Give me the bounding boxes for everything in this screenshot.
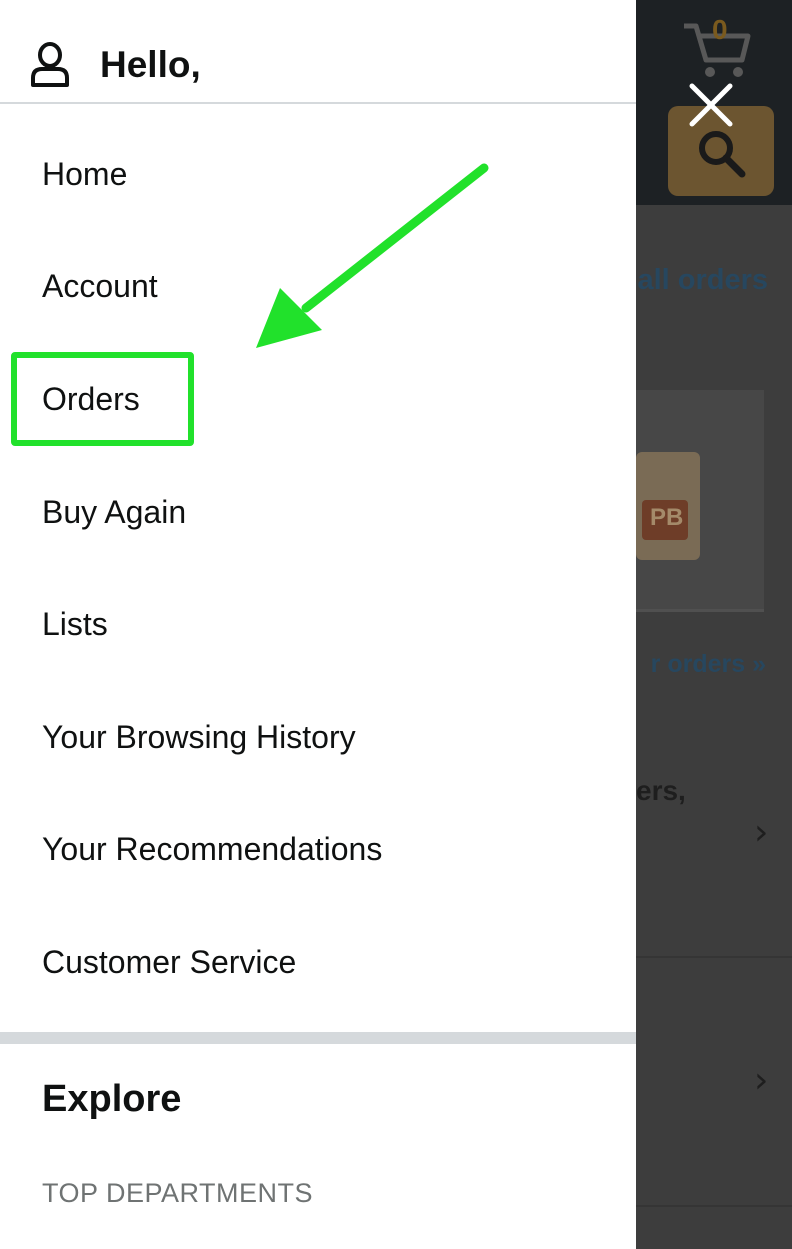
user-icon — [31, 42, 69, 87]
background-page: 0 all orders PB r orders » ers, › › — [636, 0, 792, 1249]
product-label-text: PB — [650, 504, 684, 531]
menu-item-account[interactable]: Account — [42, 268, 158, 305]
divider — [636, 1205, 792, 1207]
partial-heading: ers, — [636, 775, 686, 806]
chevron-right-icon: › — [754, 812, 769, 853]
cart-count: 0 — [712, 14, 728, 45]
menu-item-home[interactable]: Home — [42, 156, 127, 193]
menu-item-browsing-history[interactable]: Your Browsing History — [42, 719, 356, 756]
product-label: PB — [642, 500, 688, 540]
product-image: PB — [636, 452, 700, 560]
arrow-icon — [256, 163, 489, 348]
menu-item-recommendations[interactable]: Your Recommendations — [42, 831, 382, 868]
more-orders-link: r orders » — [650, 650, 766, 678]
section-divider — [0, 1032, 636, 1044]
drawer-header: Hello, — [0, 0, 636, 104]
divider — [636, 956, 792, 958]
menu-item-lists[interactable]: Lists — [42, 606, 108, 643]
greeting: Hello, — [100, 44, 201, 85]
close-icon[interactable] — [686, 80, 736, 130]
chevron-right-icon: › — [754, 1060, 769, 1101]
all-orders-link: all orders — [637, 264, 768, 296]
orders-highlight-box — [11, 352, 194, 446]
menu-item-customer-service[interactable]: Customer Service — [42, 944, 296, 981]
search-icon — [699, 131, 746, 178]
explore-heading: Explore — [42, 1078, 182, 1120]
navigation-drawer: Hello, Home Account Orders Buy Again Lis… — [0, 0, 636, 1249]
top-departments-label: TOP DEPARTMENTS — [42, 1178, 314, 1208]
menu-item-buy-again[interactable]: Buy Again — [42, 494, 186, 531]
